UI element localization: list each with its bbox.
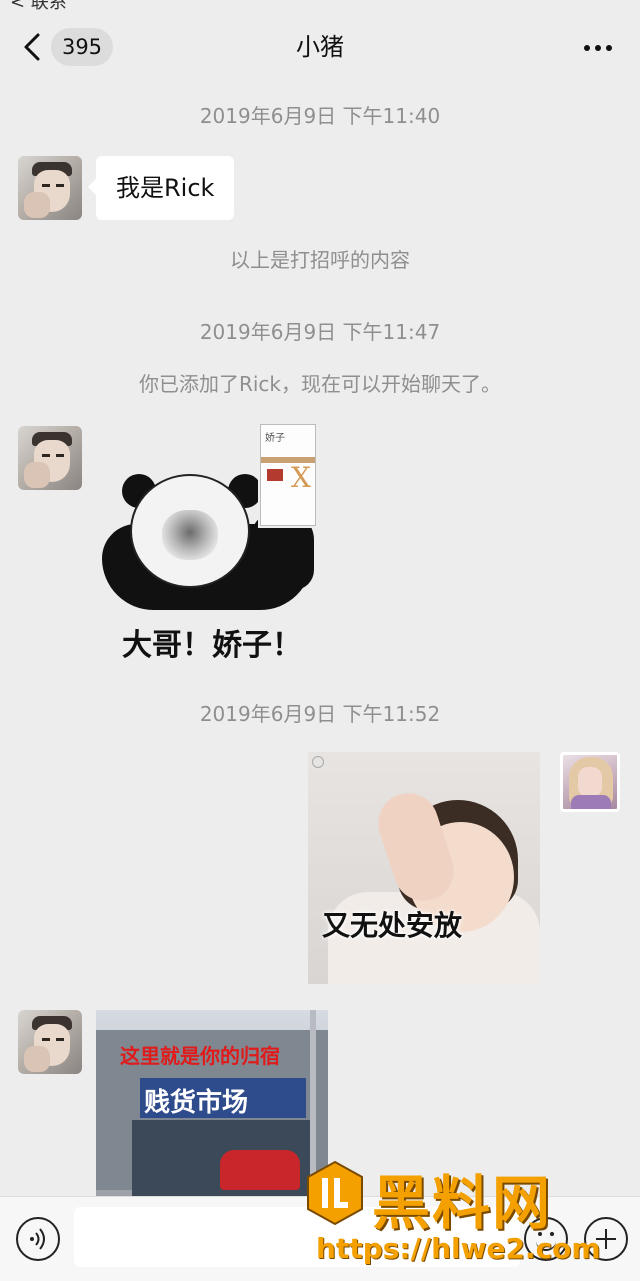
baby-sticker[interactable]: 又无处安放 bbox=[308, 752, 540, 984]
system-message: 你已添加了Rick，现在可以开始聊天了。 bbox=[138, 372, 502, 396]
market-image[interactable]: 这里就是你的归宿 贱货市场 bbox=[96, 1010, 328, 1200]
sticker-mark-icon bbox=[312, 756, 324, 768]
chevron-left-icon bbox=[24, 33, 40, 61]
message-input[interactable] bbox=[74, 1207, 520, 1267]
avatar-rick[interactable] bbox=[18, 1010, 82, 1074]
cigarette-pack: 娇子 X bbox=[260, 424, 316, 526]
sticker-caption: 又无处安放 bbox=[322, 909, 463, 942]
emoji-icon[interactable] bbox=[524, 1217, 568, 1261]
plus-icon[interactable] bbox=[584, 1217, 628, 1261]
system-message: 以上是打招呼的内容 bbox=[230, 248, 410, 272]
chat-title: 小猪 bbox=[296, 33, 344, 61]
status-bar-stub: < 联系 bbox=[0, 0, 640, 13]
avatar-rick[interactable] bbox=[18, 426, 82, 490]
input-bar bbox=[0, 1196, 640, 1281]
pack-label: 娇子 bbox=[265, 433, 285, 444]
back-button[interactable] bbox=[18, 30, 48, 64]
pack-letter: X bbox=[291, 461, 311, 494]
avatar-rick[interactable] bbox=[18, 156, 82, 220]
more-dots-icon[interactable] bbox=[580, 32, 616, 62]
message-bubble[interactable]: 我是Rick bbox=[87, 156, 235, 220]
panda-sticker[interactable]: 娇子 X 大哥！娇子！ bbox=[100, 424, 330, 664]
unread-count-badge[interactable]: 395 bbox=[51, 28, 113, 66]
timestamp: 2019年6月9日 下午11:47 bbox=[199, 320, 441, 344]
voice-icon[interactable] bbox=[16, 1217, 60, 1261]
avatar-me[interactable] bbox=[560, 752, 620, 812]
timestamp: 2019年6月9日 下午11:40 bbox=[199, 104, 441, 128]
sticker-caption: 大哥！娇子！ bbox=[122, 628, 302, 663]
image-sign-text: 贱货市场 bbox=[144, 1088, 249, 1118]
chat-header: 395 小猪 bbox=[0, 8, 640, 84]
image-red-text: 这里就是你的归宿 bbox=[120, 1044, 280, 1068]
timestamp: 2019年6月9日 下午11:52 bbox=[199, 702, 441, 726]
